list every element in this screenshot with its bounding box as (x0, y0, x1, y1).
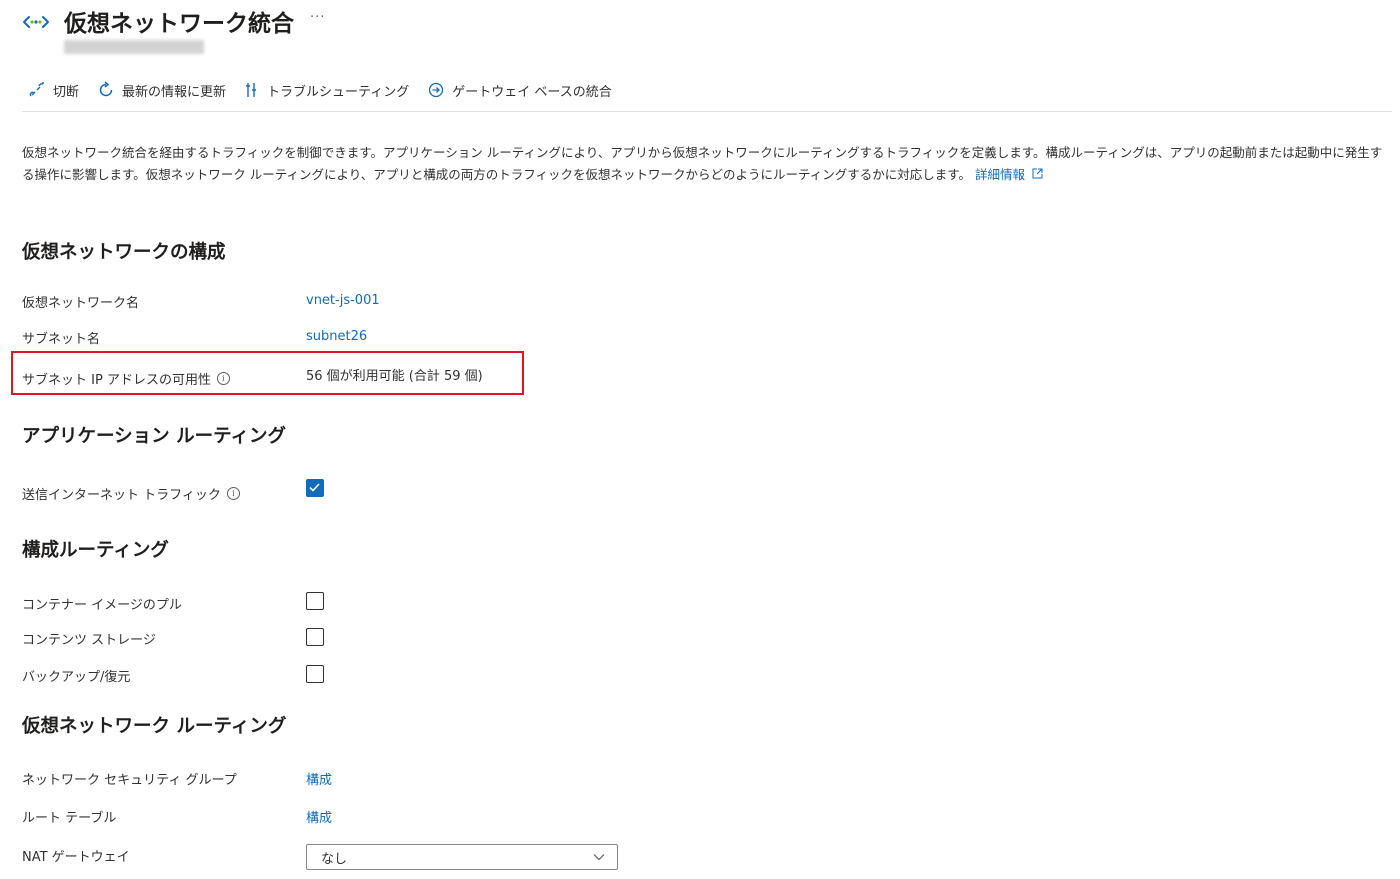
nat-gateway-dropdown[interactable]: なし (306, 844, 618, 870)
outbound-traffic-label: 送信インターネット トラフィック (22, 488, 221, 503)
backup-restore-label: バックアップ/復元 (22, 670, 131, 685)
external-link-icon (1032, 168, 1043, 179)
nsg-label: ネットワーク セキュリティ グループ (22, 773, 237, 788)
resource-subtitle-redacted (64, 40, 204, 54)
vnet-name-link[interactable]: vnet-js-001 (306, 293, 380, 308)
disconnect-button[interactable]: 切断 (28, 81, 79, 100)
refresh-button[interactable]: 最新の情報に更新 (97, 81, 226, 100)
disconnect-label: 切断 (53, 84, 80, 100)
config-routing-heading: 構成ルーティング (22, 540, 169, 561)
app-routing-heading: アプリケーション ルーティング (22, 426, 286, 447)
chevron-down-icon (593, 854, 605, 861)
subnet-ip-availability-label: サブネット IP アドレスの可用性 (22, 373, 211, 388)
refresh-label: 最新の情報に更新 (122, 84, 227, 100)
container-image-pull-checkbox[interactable] (306, 592, 324, 610)
vnet-integration-icon (22, 12, 50, 32)
nat-gateway-selected: なし (321, 851, 348, 867)
learn-more-label: 詳細情報 (974, 167, 1025, 182)
outbound-traffic-row: 送信インターネット トラフィック i (22, 484, 240, 503)
toolbar-divider (22, 111, 1392, 112)
disconnect-icon (29, 82, 44, 97)
arrow-circle-right-icon (429, 82, 444, 98)
subnet-name-link[interactable]: subnet26 (306, 329, 367, 344)
gateway-integration-button[interactable]: ゲートウェイ ベースの統合 (427, 81, 612, 100)
info-icon[interactable]: i (226, 487, 240, 500)
route-table-configure-link[interactable]: 構成 (306, 807, 332, 826)
description-body: 仮想ネットワーク統合を経由するトラフィックを制御できます。アプリケーション ルー… (22, 145, 1383, 182)
troubleshoot-label: トラブルシューティング (267, 84, 410, 100)
troubleshoot-icon (246, 83, 257, 97)
subnet-ip-availability-value: 56 個が利用可能 (合計 59 個) (306, 369, 483, 384)
gateway-integration-label: ゲートウェイ ベースの統合 (452, 84, 612, 100)
page-title: 仮想ネットワーク統合 (64, 11, 294, 37)
description-text: 仮想ネットワーク統合を経由するトラフィックを制御できます。アプリケーション ルー… (22, 142, 1390, 186)
outbound-traffic-checkbox[interactable] (306, 479, 324, 497)
refresh-icon (99, 81, 113, 97)
nat-gateway-label: NAT ゲートウェイ (22, 850, 130, 865)
subnet-ip-availability-row: サブネット IP アドレスの可用性 i (22, 369, 230, 388)
content-storage-label: コンテンツ ストレージ (22, 633, 156, 648)
command-bar: 切断 最新の情報に更新 トラブルシューティング ゲートウェイ ベースの統合 (28, 78, 630, 102)
learn-more-link[interactable]: 詳細情報 (975, 167, 1043, 182)
container-image-pull-label: コンテナー イメージのプル (22, 598, 182, 613)
content-storage-checkbox[interactable] (306, 628, 324, 646)
info-icon[interactable]: i (216, 372, 230, 385)
checkmark-icon (309, 483, 320, 492)
vnet-config-heading: 仮想ネットワークの構成 (22, 242, 226, 263)
subnet-name-label: サブネット名 (22, 332, 101, 347)
nsg-configure-link[interactable]: 構成 (306, 769, 332, 788)
more-options-button[interactable]: ··· (310, 10, 325, 25)
troubleshoot-button[interactable]: トラブルシューティング (244, 81, 409, 100)
backup-restore-checkbox[interactable] (306, 665, 324, 683)
vnet-routing-heading: 仮想ネットワーク ルーティング (22, 716, 287, 737)
route-table-label: ルート テーブル (22, 811, 117, 826)
vnet-name-label: 仮想ネットワーク名 (22, 296, 140, 311)
